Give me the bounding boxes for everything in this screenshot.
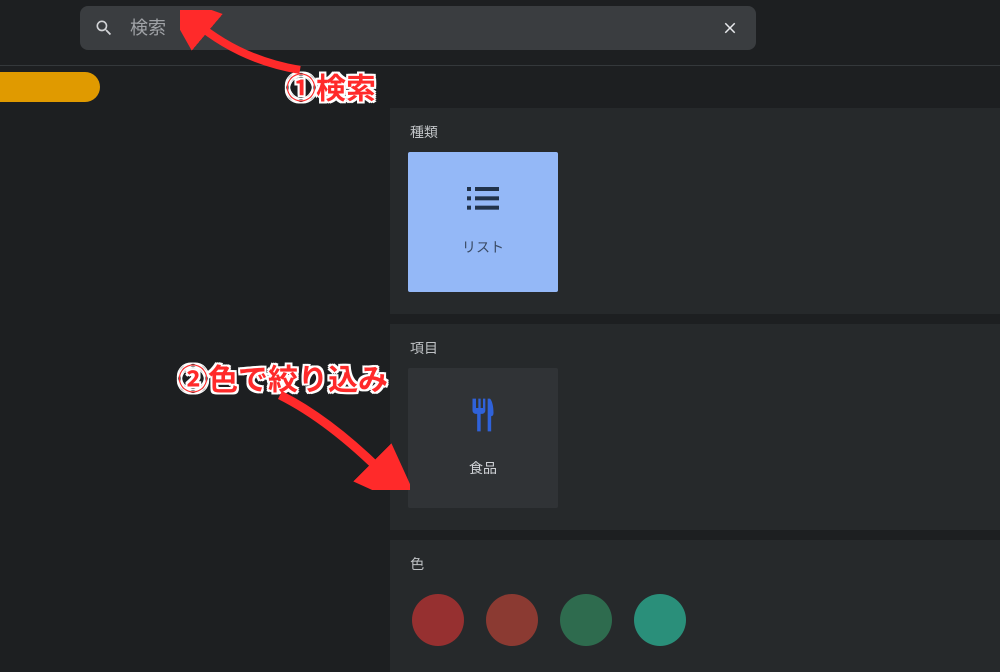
search-input[interactable] [130, 18, 718, 39]
list-icon [467, 187, 499, 211]
close-icon [721, 19, 739, 37]
type-tile-list[interactable]: リスト [408, 152, 558, 292]
clear-search-button[interactable] [718, 16, 742, 40]
panel-item-title: 項目 [410, 338, 982, 358]
color-swatch-3[interactable] [634, 594, 686, 646]
label-chip[interactable] [0, 72, 100, 102]
item-tile-label: 食品 [469, 458, 497, 478]
filter-panels: 種類 リスト 項目 食品 色 [390, 108, 1000, 672]
color-swatch-2[interactable] [560, 594, 612, 646]
panel-color-title: 色 [410, 554, 982, 574]
panel-color: 色 [390, 540, 1000, 672]
color-swatch-0[interactable] [412, 594, 464, 646]
annotation-2-label: ②色で絞り込み [178, 355, 388, 399]
panel-type-title: 種類 [410, 122, 982, 142]
item-tile-food[interactable]: 食品 [408, 368, 558, 508]
panel-item: 項目 食品 [390, 324, 1000, 530]
panel-type: 種類 リスト [390, 108, 1000, 314]
search-bar[interactable] [80, 6, 756, 50]
annotation-2-arrow [270, 390, 410, 490]
search-icon [94, 18, 114, 38]
color-swatch-1[interactable] [486, 594, 538, 646]
annotation-1-label: ①検索 [286, 64, 376, 108]
top-divider [0, 65, 1000, 66]
food-icon [469, 398, 497, 432]
color-swatch-row [408, 584, 982, 650]
type-tile-label: リスト [462, 237, 504, 257]
